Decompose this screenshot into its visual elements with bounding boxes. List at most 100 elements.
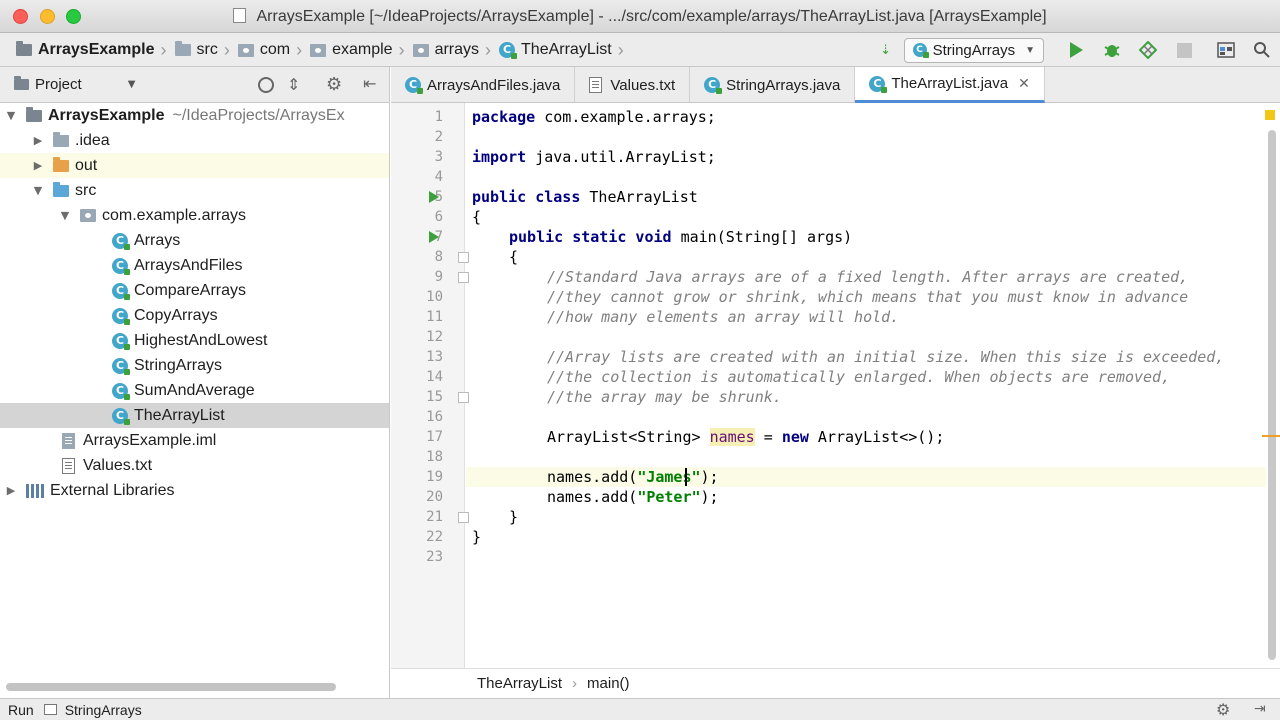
excluded-folder-icon <box>53 156 69 172</box>
stop-button[interactable] <box>1174 40 1194 60</box>
hide-icon[interactable]: ⇥ <box>1254 701 1266 717</box>
tree-item-out[interactable]: ▶ out <box>0 153 389 178</box>
line-number: 16 <box>426 409 443 425</box>
tab-thearraylist[interactable]: C TheArrayList.java ✕ <box>855 67 1045 103</box>
run-button[interactable] <box>1066 40 1086 60</box>
tree-item-class[interactable]: C ArraysAndFiles <box>0 253 389 278</box>
line-number: 21 <box>426 509 443 525</box>
variable-highlight: names <box>709 428 755 446</box>
chevron-right-icon: › <box>296 39 303 60</box>
folder-icon <box>16 41 32 56</box>
close-tab-icon[interactable]: ✕ <box>1018 75 1030 92</box>
sort-icon[interactable]: ⇣ <box>876 40 896 60</box>
fold-marker-icon[interactable] <box>458 512 469 523</box>
gear-icon[interactable]: ⚙ <box>326 74 342 95</box>
code-line: { <box>472 208 482 226</box>
editor-scrollbar[interactable] <box>1268 130 1276 660</box>
project-structure-icon <box>1217 42 1235 58</box>
line-number: 8 <box>434 249 443 265</box>
run-main-icon[interactable] <box>429 231 439 243</box>
tree-item-idea[interactable]: ▶ .idea <box>0 128 389 153</box>
tree-item-src[interactable]: ▼ src <box>0 178 389 203</box>
tree-item-class[interactable]: C SumAndAverage <box>0 378 389 403</box>
document-icon <box>233 8 247 23</box>
code-line: package com.example.arrays; <box>472 108 716 126</box>
bug-icon <box>1104 45 1120 57</box>
package-icon <box>310 43 327 57</box>
code-breadcrumb-method[interactable]: main() <box>587 675 630 692</box>
line-number: 9 <box>434 269 443 285</box>
tree-item-class[interactable]: C Arrays <box>0 228 389 253</box>
tree-item-project-root[interactable]: ▼ ArraysExample ~/IdeaProjects/ArraysEx <box>0 103 389 128</box>
libraries-icon <box>26 483 44 498</box>
chevron-right-icon: › <box>617 39 624 60</box>
module-file-icon <box>62 432 75 449</box>
java-class-icon: C <box>499 42 518 59</box>
search-everywhere-button[interactable] <box>1252 40 1272 60</box>
breadcrumb-class[interactable]: C TheArrayList › <box>499 33 632 67</box>
coverage-button[interactable] <box>1138 40 1158 60</box>
collapse-all-icon[interactable]: ⇕ <box>287 75 300 94</box>
collapsed-arrow-icon: ▶ <box>33 134 43 147</box>
run-tool-window-button[interactable]: Run <box>8 702 34 718</box>
expanded-arrow-icon: ▼ <box>33 184 43 197</box>
line-number: 18 <box>426 449 443 465</box>
line-number: 23 <box>426 549 443 565</box>
tab-stringarrays[interactable]: C StringArrays.java <box>690 67 856 103</box>
tree-item-class[interactable]: C CopyArrays <box>0 303 389 328</box>
line-number: 22 <box>426 529 443 545</box>
source-folder-icon <box>53 181 69 197</box>
locate-icon[interactable] <box>258 77 274 93</box>
breadcrumb-project[interactable]: ArraysExample › <box>16 33 175 67</box>
project-view-select[interactable]: Project ▼ <box>14 76 135 93</box>
project-structure-button[interactable] <box>1216 40 1236 60</box>
fold-marker-icon[interactable] <box>458 252 469 263</box>
warning-indicator[interactable] <box>1265 110 1275 120</box>
chevron-right-icon: › <box>485 39 492 60</box>
breadcrumb: ArraysExample › src › com › example › arrays… <box>16 33 632 67</box>
java-class-icon: C <box>112 382 130 400</box>
tree-item-class[interactable]: C CompareArrays <box>0 278 389 303</box>
tree-item-class-selected[interactable]: C TheArrayList <box>0 403 389 428</box>
play-icon <box>1070 42 1083 58</box>
run-class-icon[interactable] <box>429 191 439 203</box>
expanded-arrow-icon: ▼ <box>6 109 16 122</box>
java-class-icon: C <box>405 77 423 94</box>
code-breadcrumb-class[interactable]: TheArrayList <box>477 675 562 692</box>
tree-item-external-libraries[interactable]: ▶ External Libraries <box>0 478 389 503</box>
chevron-right-icon: › <box>223 39 230 60</box>
breadcrumb-arrays[interactable]: arrays › <box>412 33 499 67</box>
tab-values-txt[interactable]: Values.txt <box>575 67 691 103</box>
tree-item-iml-file[interactable]: ArraysExample.iml <box>0 428 389 453</box>
package-icon <box>237 43 254 57</box>
tree-item-class[interactable]: C StringArrays <box>0 353 389 378</box>
chevron-right-icon: › <box>572 675 578 692</box>
tree-item-class[interactable]: C HighestAndLowest <box>0 328 389 353</box>
toolbar: ⇣ C StringArrays ▼ <box>868 33 1280 67</box>
fold-marker-icon[interactable] <box>458 272 469 283</box>
run-configuration-select[interactable]: C StringArrays ▼ <box>903 37 1044 63</box>
code-comment: //they cannot grow or shrink, which mean… <box>547 288 1189 306</box>
breadcrumb-src[interactable]: src › <box>174 33 238 67</box>
hide-panel-icon[interactable]: ⇤ <box>363 74 376 93</box>
tab-arraysandfiles[interactable]: C ArraysAndFiles.java <box>391 67 576 103</box>
breadcrumb-example[interactable]: example › <box>310 33 412 67</box>
error-stripe-mark[interactable] <box>1262 435 1280 437</box>
breadcrumb-com[interactable]: com › <box>237 33 310 67</box>
debug-button[interactable] <box>1102 40 1122 60</box>
fold-marker-icon[interactable] <box>458 392 469 403</box>
line-number: 13 <box>426 349 443 365</box>
line-number: 17 <box>426 429 443 445</box>
java-class-icon: C <box>112 282 130 300</box>
tree-item-package[interactable]: ▼ com.example.arrays <box>0 203 389 228</box>
navigation-bar: ArraysExample › src › com › example › arrays… <box>0 33 1280 67</box>
tree-item-text-file[interactable]: Values.txt <box>0 453 389 478</box>
code-line: } <box>472 528 482 546</box>
gear-icon[interactable]: ⚙ <box>1216 700 1230 719</box>
code-editor[interactable]: 1 2 3 4 5 6 7 8 9 10 11 12 13 14 15 16 1… <box>391 103 1280 668</box>
line-number: 20 <box>426 489 443 505</box>
java-class-icon: C <box>112 257 130 275</box>
run-target-label[interactable]: StringArrays <box>65 702 142 718</box>
project-tree-scrollbar[interactable] <box>6 683 336 691</box>
code-comment: //Array lists are created with an initia… <box>547 348 1225 366</box>
